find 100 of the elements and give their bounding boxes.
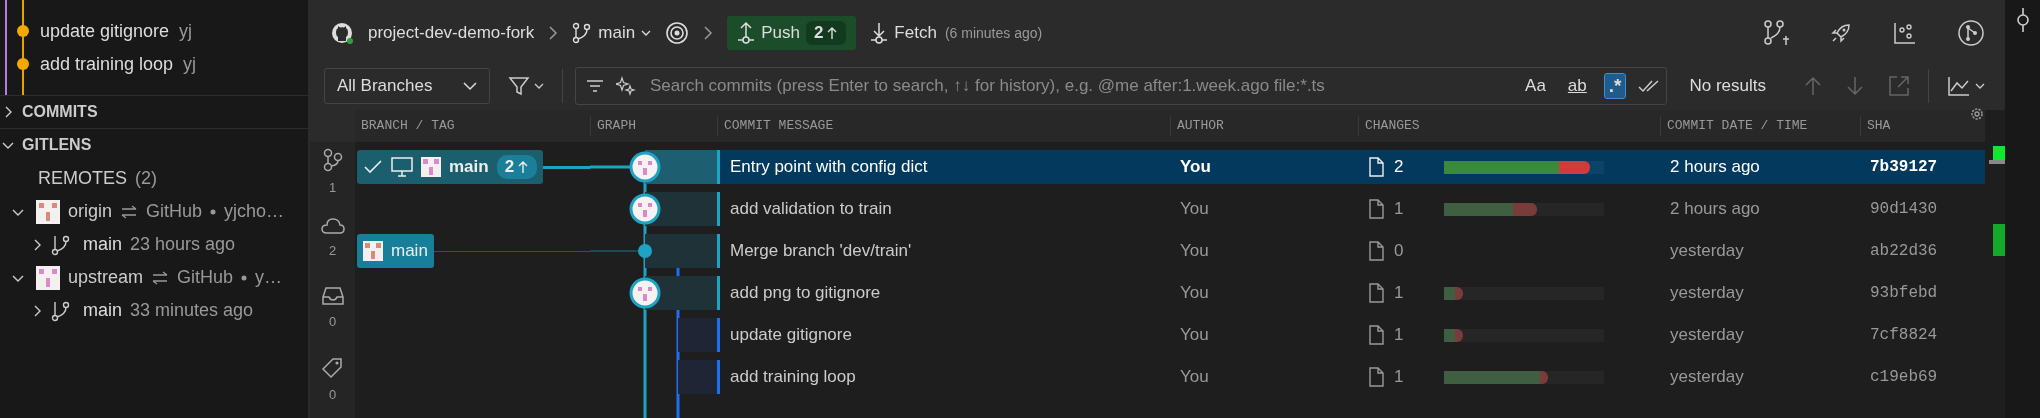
- filter-icon: [508, 75, 530, 97]
- column-header[interactable]: COMMIT DATE / TIME: [1660, 116, 1860, 136]
- search-field[interactable]: Search commits (press Enter to search, ↑↓ for history), e.g. @me after:1.week.ago file:*.ts Aa ab .*: [575, 67, 1668, 105]
- monitor-icon: [391, 157, 413, 177]
- repository-name[interactable]: project-dev-demo-fork: [368, 23, 535, 43]
- open-external-icon[interactable]: [1888, 75, 1910, 97]
- merge-node[interactable]: [638, 244, 652, 258]
- arrow-down-icon[interactable]: [1846, 76, 1864, 96]
- scatter-chart-icon[interactable]: [1893, 21, 1917, 45]
- count-label: 1: [328, 180, 337, 195]
- commit-sha: 90d1430: [1870, 200, 1938, 218]
- search-results: No results: [1689, 76, 1766, 96]
- commit-message[interactable]: add training loop: [730, 367, 856, 387]
- commit-message[interactable]: add png to gitignore: [730, 283, 881, 303]
- fetch-button[interactable]: Fetch: [870, 21, 937, 45]
- commit-icon[interactable]: [2014, 6, 2031, 34]
- commit-date: yesterday: [1670, 325, 1744, 345]
- settings-icon[interactable]: [1969, 106, 1985, 122]
- commit-author: You: [1180, 367, 1209, 387]
- tag-icon[interactable]: [320, 355, 345, 379]
- push-icon: [737, 21, 756, 45]
- search-option-toggle[interactable]: .*: [1603, 73, 1627, 99]
- push-button[interactable]: Push 2: [727, 16, 857, 50]
- changed-files-count: 2: [1394, 157, 1405, 177]
- line-chart-icon: [1947, 75, 1971, 97]
- arrow-up-icon: [517, 160, 530, 174]
- commit-message[interactable]: add validation to train: [730, 199, 892, 219]
- branch-tag[interactable]: main: [357, 234, 434, 268]
- commit-message[interactable]: add training loop: [40, 53, 174, 75]
- filter-button[interactable]: [508, 75, 544, 97]
- commit-message[interactable]: Merge branch 'dev/train': [730, 241, 912, 261]
- search-option-toggle[interactable]: ab: [1562, 73, 1592, 99]
- commit-message[interactable]: update gitignore: [730, 325, 852, 345]
- commit-author: yj: [183, 53, 197, 75]
- avatar-node[interactable]: [629, 193, 661, 225]
- cloud-icon[interactable]: [320, 217, 345, 235]
- changed-files-count: 1: [1394, 283, 1405, 303]
- fetch-icon: [870, 21, 889, 45]
- avatar-node[interactable]: [629, 151, 661, 183]
- branch-icon: [51, 233, 71, 256]
- remote-name[interactable]: origin: [68, 201, 113, 222]
- row-highlight: [645, 234, 717, 268]
- branches-dropdown[interactable]: All Branches: [324, 68, 490, 104]
- remotes-count: (2): [135, 167, 157, 189]
- commit-author: You: [1180, 241, 1209, 261]
- search-option-toggle[interactable]: Aa: [1520, 73, 1551, 99]
- graph-circle-icon[interactable]: [1957, 19, 1985, 47]
- sync-arrows-icon: [151, 270, 170, 285]
- rocket-icon[interactable]: [1829, 21, 1853, 45]
- changed-files-count: 1: [1394, 367, 1405, 387]
- commit-author: You: [1180, 283, 1209, 303]
- bullet-icon: [241, 274, 248, 281]
- avatar-node[interactable]: [629, 277, 661, 309]
- column-header[interactable]: CHANGES: [1358, 116, 1660, 136]
- column-header[interactable]: COMMIT MESSAGE: [717, 116, 1170, 136]
- inbox-icon[interactable]: [321, 286, 344, 306]
- branches-icon[interactable]: [321, 148, 344, 172]
- commit-author: yj: [179, 20, 193, 42]
- column-header[interactable]: BRANCH / TAG: [355, 116, 590, 136]
- double-check-icon[interactable]: [1638, 78, 1661, 94]
- branch-selector[interactable]: main: [572, 22, 652, 44]
- row-highlight: [678, 318, 717, 352]
- arrow-up-icon[interactable]: [1804, 76, 1822, 96]
- section-header[interactable]: COMMITS: [22, 103, 98, 121]
- chevron-down-icon: [534, 82, 544, 90]
- file-icon: [1368, 325, 1384, 345]
- branch-name[interactable]: main: [83, 234, 122, 255]
- chevron-right-icon: [703, 25, 714, 41]
- avatar-icon: [421, 157, 441, 177]
- count-label: 2: [328, 243, 337, 258]
- remote-name[interactable]: upstream: [68, 267, 144, 288]
- commit-message[interactable]: update gitignore: [40, 20, 170, 42]
- changed-files-count: 1: [1394, 199, 1405, 219]
- branch-tag[interactable]: main 2: [357, 150, 544, 184]
- commit-sha: ab22d36: [1870, 242, 1938, 260]
- commit-author: You: [1180, 199, 1209, 219]
- column-header[interactable]: GRAPH: [590, 116, 717, 136]
- branch-add-icon[interactable]: [1763, 19, 1789, 47]
- chevron-down-icon: [641, 29, 652, 37]
- arrow-up-icon: [826, 26, 839, 40]
- sparkle-icon[interactable]: [616, 76, 636, 96]
- changed-files-count: 1: [1394, 325, 1405, 345]
- column-header[interactable]: AUTHOR: [1170, 116, 1358, 136]
- target-icon[interactable]: [665, 21, 690, 45]
- count-label: 0: [328, 387, 337, 402]
- branch-name[interactable]: main: [83, 300, 122, 321]
- branch-time: 23 hours ago: [130, 234, 236, 255]
- github-icon[interactable]: [330, 21, 354, 45]
- remotes-label[interactable]: REMOTES: [38, 167, 127, 189]
- file-icon: [1368, 199, 1384, 219]
- changed-files-count: 0: [1394, 241, 1405, 261]
- fetch-time: (6 minutes ago): [944, 25, 1043, 41]
- count-label: 0: [328, 314, 337, 329]
- chart-button[interactable]: [1947, 75, 1985, 97]
- filter-lines-icon[interactable]: [586, 78, 604, 94]
- commit-sha: 7cf8824: [1870, 326, 1938, 344]
- commit-date: yesterday: [1670, 283, 1744, 303]
- section-header[interactable]: GITLENS: [22, 136, 92, 154]
- commit-date: yesterday: [1670, 241, 1744, 261]
- commit-sha: 93bfebd: [1870, 284, 1938, 302]
